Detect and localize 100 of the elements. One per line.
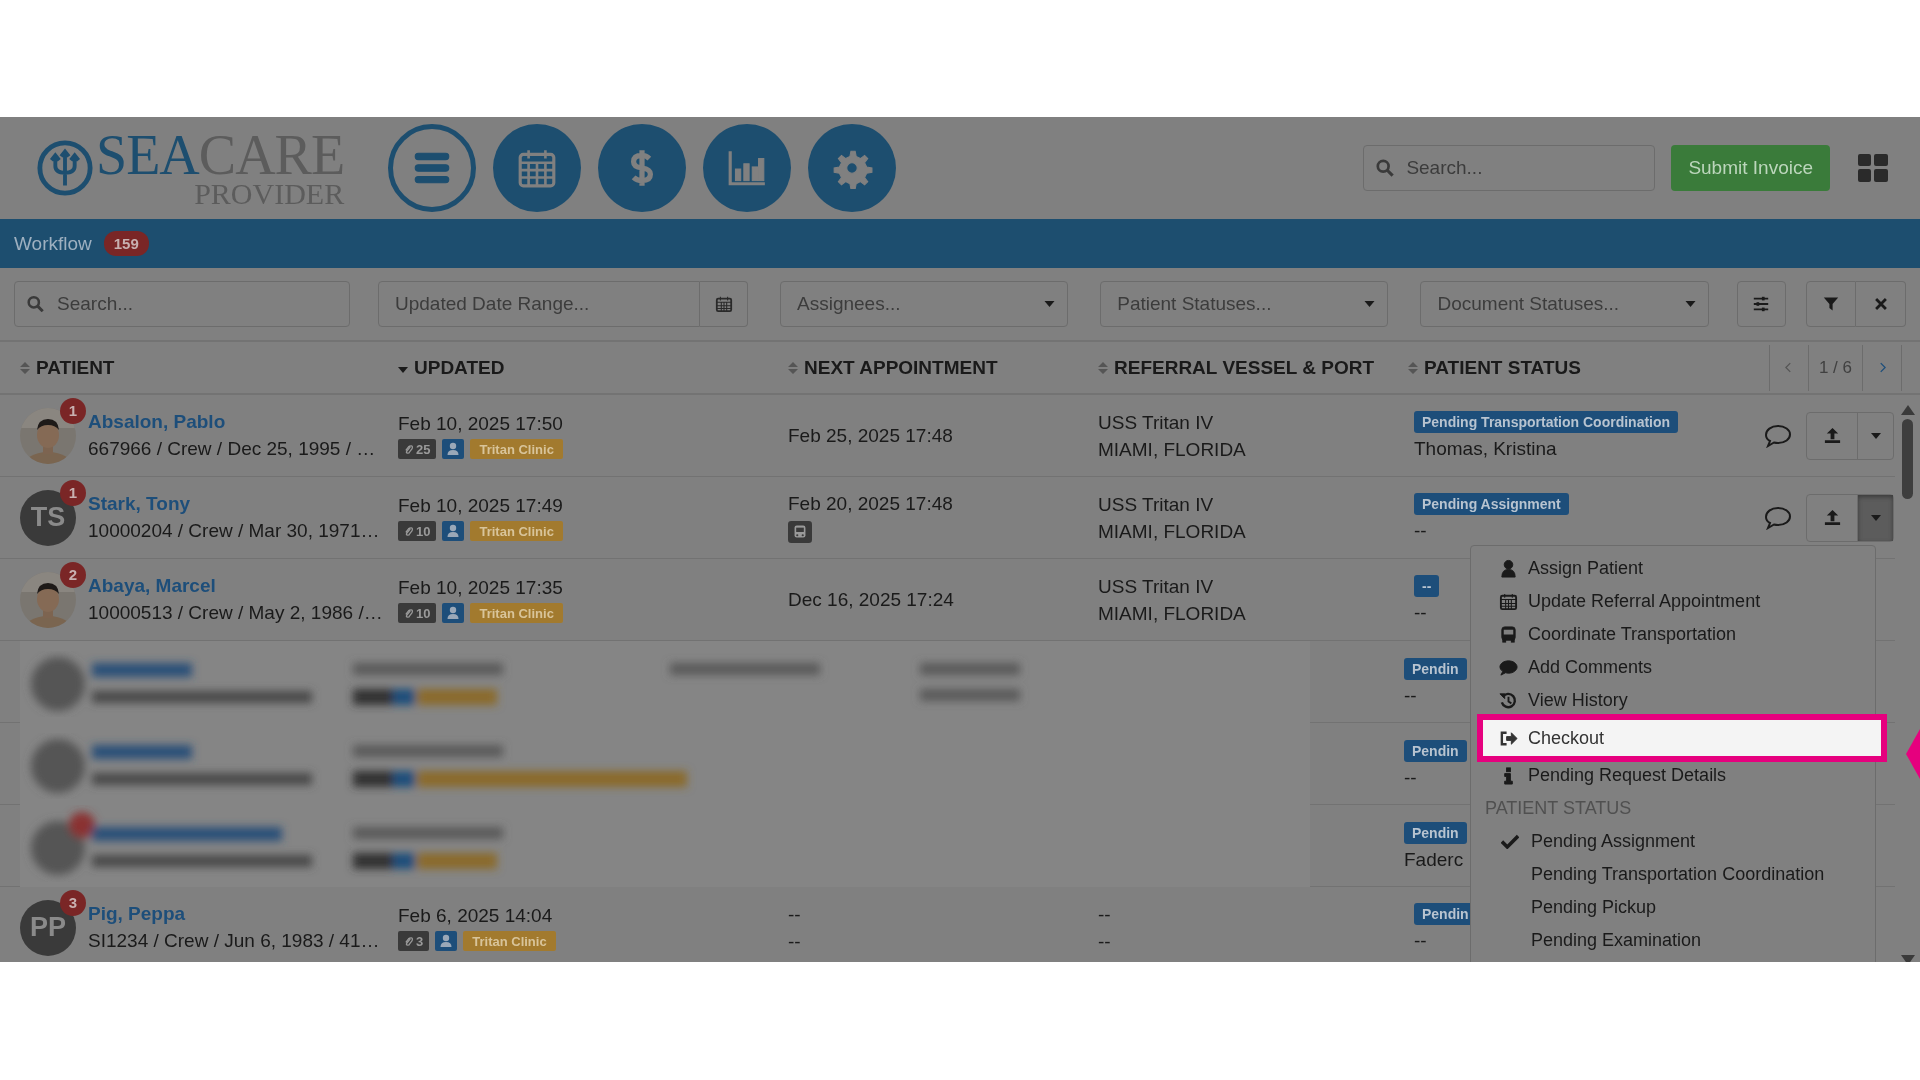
notification-badge: 1	[60, 479, 86, 506]
menu-item[interactable]: Assign Patient	[1471, 552, 1875, 585]
attachment-count: 3	[416, 933, 424, 949]
paperclip-icon	[404, 607, 413, 619]
caret-icon	[1684, 301, 1696, 307]
sort-icon[interactable]	[1408, 360, 1418, 375]
sort-icon[interactable]	[1098, 360, 1108, 375]
search-field[interactable]: Search...	[1363, 145, 1656, 191]
search-icon	[27, 295, 44, 313]
chevron-right-icon	[1878, 362, 1886, 373]
status-badge: Pendin	[1404, 821, 1467, 844]
logo-text: CARE	[198, 124, 345, 186]
assignee-name: Thomas, Kristina	[1414, 437, 1557, 460]
submit-invoice-button[interactable]: Submit Invoice	[1671, 145, 1830, 191]
status-badge: Pendin	[1404, 739, 1467, 762]
filter-button[interactable]	[1806, 281, 1856, 327]
page-title: Workflow	[14, 232, 92, 255]
search-field[interactable]: Search...	[14, 281, 350, 327]
status-option[interactable]: Pending Examination	[1471, 924, 1875, 957]
paperclip-icon	[404, 525, 413, 537]
assignee-name: --	[1414, 929, 1427, 952]
vessel-name: --	[1098, 902, 1111, 926]
caret-icon	[1364, 301, 1376, 307]
status-option[interactable]: Pending Transportation Coordination	[1471, 858, 1875, 891]
date-range-field[interactable]: Updated Date Range...	[378, 281, 700, 327]
port-name: MIAMI, FLORIDA	[1098, 601, 1246, 625]
user-tag-icon	[442, 439, 465, 459]
updated-date: Feb 10, 2025 17:50	[398, 412, 563, 435]
status-option[interactable]: Pending Assignment	[1471, 825, 1875, 858]
scrollbar-thumb[interactable]	[1902, 419, 1913, 499]
calendar-button[interactable]	[700, 281, 748, 327]
status-badge: Pendin	[1404, 657, 1467, 680]
sort-icon[interactable]	[788, 360, 798, 375]
assignee-name: --	[1404, 683, 1417, 707]
status-badge: Pending Transportation Coordination	[1414, 411, 1679, 433]
appointment-date: Feb 25, 2025 17:48	[788, 424, 953, 447]
column-header[interactable]: PATIENT	[36, 356, 115, 379]
clinic-tag: Tritan Clinic	[470, 521, 563, 541]
scroll-down-icon[interactable]	[1900, 955, 1915, 962]
status-badge: --	[1414, 575, 1440, 597]
scroll-up-icon[interactable]	[1900, 405, 1915, 415]
page-indicator: 1 / 6	[1807, 344, 1863, 391]
upload-icon	[1822, 508, 1842, 527]
patient-details: 667966 / Crew / Dec 25, 1995 / …	[88, 438, 376, 460]
menu-item[interactable]: Add Comments	[1471, 651, 1875, 684]
pointer-icon	[1906, 729, 1920, 779]
menu-item[interactable]: Pending Request Details	[1471, 759, 1875, 792]
appointment-date: Feb 20, 2025 17:48	[788, 492, 953, 515]
port-name: MIAMI, FLORIDA	[1098, 437, 1246, 461]
history-icon	[1499, 691, 1518, 710]
patient-details: SI1234 / Crew / Jun 6, 1983 / 41…	[88, 930, 380, 952]
assignees-dropdown[interactable]: Assignees...	[780, 281, 1069, 327]
speech-bubble-icon[interactable]	[1764, 423, 1792, 448]
menu-item[interactable]: View History	[1471, 684, 1875, 717]
menu-item[interactable]: Update Referral Appointment	[1471, 585, 1875, 618]
document-status-dropdown[interactable]: Document Statuses...	[1420, 281, 1709, 327]
calendar-icon	[516, 147, 558, 189]
updated-date: Feb 6, 2025 14:04	[398, 904, 553, 927]
column-header[interactable]: REFERRAL VESSEL & PORT	[1114, 356, 1375, 379]
clinic-tag: Tritan Clinic	[463, 931, 556, 951]
column-header[interactable]: NEXT APPOINTMENT	[804, 356, 998, 379]
column-header[interactable]: UPDATED	[414, 356, 505, 379]
menu-button[interactable]	[388, 124, 476, 212]
menu-item[interactable]: Checkout	[1483, 720, 1881, 756]
attachment-count: 25	[416, 441, 431, 457]
filter-icon	[1823, 296, 1839, 312]
trident-logo-icon	[36, 139, 94, 197]
count-badge: 159	[103, 231, 149, 256]
user-tag-icon	[442, 603, 465, 623]
close-icon	[1873, 297, 1888, 311]
dropdown-toggle-button[interactable]	[1857, 494, 1893, 541]
speech-bubble-icon[interactable]	[1764, 505, 1792, 530]
patient-status-dropdown[interactable]: Patient Statuses...	[1100, 281, 1389, 327]
attachment-count: 10	[416, 523, 431, 539]
clear-button[interactable]	[1856, 281, 1906, 327]
assignee-name: --	[1414, 519, 1427, 542]
paperclip-icon	[404, 935, 413, 947]
column-header[interactable]: PATIENT STATUS	[1424, 356, 1581, 379]
user-tag-icon	[442, 521, 465, 541]
patient-details: 10000204 / Crew / Mar 30, 1971…	[88, 520, 380, 542]
assignee-name: --	[1404, 765, 1417, 789]
port-name: MIAMI, FLORIDA	[1098, 519, 1246, 543]
chevron-left-icon	[1785, 362, 1793, 373]
sort-icon[interactable]	[20, 360, 30, 375]
bus-icon	[1499, 625, 1518, 644]
caret-icon	[1044, 301, 1056, 307]
caret-icon	[1870, 432, 1881, 439]
appointment-date: --	[788, 929, 801, 953]
updated-date: Feb 10, 2025 17:35	[398, 576, 563, 599]
caret-icon	[1870, 514, 1881, 521]
grid-icon[interactable]	[1858, 154, 1888, 182]
user-icon	[1499, 559, 1518, 578]
appointment-date: --	[788, 902, 801, 926]
sliders-icon	[1752, 295, 1771, 313]
calendar-icon	[714, 295, 733, 313]
menu-item[interactable]: Coordinate Transportation	[1471, 618, 1875, 651]
notification-badge: 1	[60, 397, 86, 424]
logo-text: SEA	[96, 124, 199, 186]
assignee-name: --	[1414, 601, 1427, 624]
sliders-button[interactable]	[1736, 281, 1786, 327]
